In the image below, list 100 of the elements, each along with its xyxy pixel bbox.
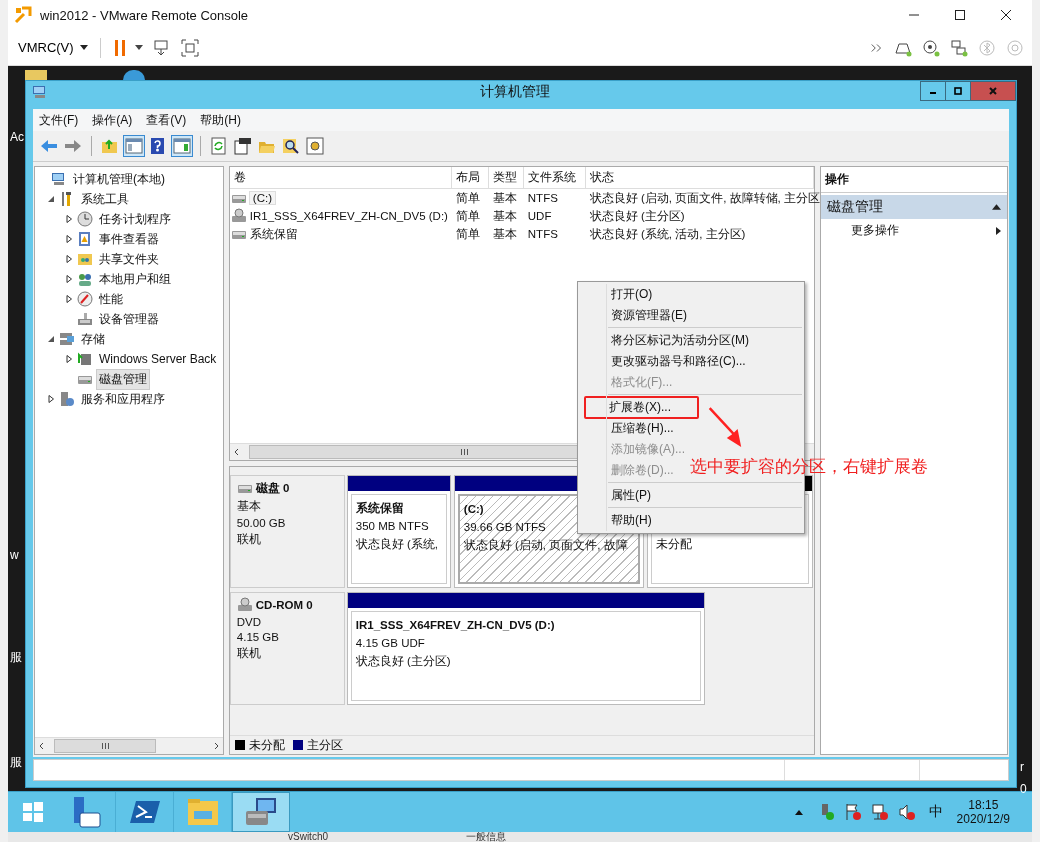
table-cell[interactable]: 系统保留 — [249, 226, 298, 242]
menu-item[interactable]: 文件(F) — [39, 111, 79, 129]
action-pane-icon[interactable] — [172, 136, 192, 156]
background-window-text: vSwitch0 — [288, 832, 328, 842]
input-method-indicator[interactable]: 中 — [928, 803, 943, 821]
context-menu-item[interactable]: 打开(O) — [610, 286, 654, 303]
network-icon[interactable] — [870, 803, 889, 821]
tree-item[interactable]: 存储 — [78, 328, 108, 350]
disk-type: 基本 — [236, 499, 262, 514]
computer-management-icon — [32, 84, 48, 100]
table-cell: 基本 — [492, 227, 517, 240]
annotation-arrow — [707, 407, 743, 449]
maximize-icon[interactable] — [953, 86, 963, 96]
table-cell[interactable]: IR1_SSS_X64FREV_ZH-CN_DV5 (D:) — [249, 210, 448, 222]
collapsed-arrow-icon[interactable] — [65, 295, 73, 303]
collapsed-arrow-icon[interactable] — [65, 275, 73, 283]
action-item[interactable]: 更多操作 — [821, 219, 1007, 242]
fullscreen-icon[interactable] — [180, 38, 199, 57]
expanded-arrow-icon[interactable] — [47, 195, 55, 203]
partition-block[interactable]: 系统保留 350 MB NTFS 状态良好 (系统, — [346, 475, 451, 588]
column-header[interactable]: 文件系统 — [523, 167, 586, 189]
partition-status: 状态良好 (系统, — [355, 538, 439, 551]
vmware-logo-icon — [14, 6, 32, 24]
vmrc-menu-button[interactable]: VMRC(V) — [16, 38, 90, 57]
collapse-arrow-icon[interactable] — [992, 204, 1001, 210]
submenu-arrow-icon[interactable] — [996, 226, 1001, 235]
actions-section-header[interactable]: 磁盘管理 — [821, 195, 1007, 219]
send-keys-icon[interactable] — [152, 38, 171, 57]
clock-date[interactable]: 2020/12/9 — [956, 812, 1010, 826]
context-menu-item[interactable]: 压缩卷(H)... — [610, 420, 675, 437]
column-header[interactable]: 卷 — [229, 167, 452, 189]
partition-status: 状态良好 (启动, 页面文件, 故障 — [463, 539, 628, 552]
table-cell: 简单 — [455, 191, 480, 204]
collapsed-arrow-icon[interactable] — [65, 215, 73, 223]
tree-item[interactable]: Windows Server Back — [96, 350, 220, 368]
maximize-icon[interactable] — [954, 9, 966, 21]
context-menu-item[interactable]: 将分区标记为活动分区(M) — [610, 332, 750, 349]
menu-item[interactable]: 帮助(H) — [200, 111, 241, 129]
tree-item[interactable]: 计算机管理(本地) — [70, 168, 168, 190]
pane-toggle-icon[interactable] — [124, 136, 144, 156]
collapsed-arrow-icon[interactable] — [65, 235, 73, 243]
desktop-icon-label: w — [10, 548, 19, 562]
show-hidden-icons-icon[interactable] — [794, 809, 803, 815]
actions-header: 操作 — [821, 167, 1007, 193]
tree-item[interactable]: 系统工具 — [78, 188, 132, 210]
desktop-icon-label: 服 — [10, 650, 22, 664]
menu-item[interactable]: 操作(A) — [92, 111, 133, 129]
caret-icon[interactable] — [79, 45, 88, 50]
desktop-icon-label: 服 — [10, 755, 22, 769]
collapsed-arrow-icon[interactable] — [65, 255, 73, 263]
network-icon[interactable] — [950, 38, 968, 57]
disc-icon[interactable] — [922, 38, 940, 57]
table-cell: 简单 — [455, 209, 480, 222]
scroll-left-icon[interactable] — [38, 742, 46, 750]
tree-item[interactable]: 性能 — [96, 288, 126, 310]
search-icon[interactable] — [281, 136, 301, 156]
tree-item[interactable]: 本地用户和组 — [96, 268, 174, 290]
context-menu-item[interactable]: 扩展卷(X)... — [584, 396, 699, 419]
minimize-button[interactable] — [920, 81, 946, 101]
table-cell: 基本 — [492, 209, 517, 222]
tree-item[interactable]: 设备管理器 — [96, 308, 162, 330]
collapsed-arrow-icon[interactable] — [47, 395, 55, 403]
clock-time[interactable]: 18:15 — [968, 798, 999, 812]
column-header[interactable]: 类型 — [488, 167, 524, 189]
horizontal-scrollbar[interactable] — [35, 737, 223, 754]
settings-icon[interactable] — [305, 136, 325, 156]
disk-size: 50.00 GB — [236, 517, 287, 529]
scroll-left-icon[interactable] — [232, 448, 241, 456]
table-cell: 状态良好 (系统, 活动, 主分区) — [589, 227, 746, 240]
close-icon[interactable] — [1000, 9, 1012, 21]
flag-icon[interactable] — [843, 803, 862, 821]
taskbar-app-button[interactable] — [232, 792, 290, 832]
context-menu-item[interactable]: 更改驱动器号和路径(C)... — [610, 353, 747, 370]
cd-drive-icon — [230, 208, 247, 224]
background-window-text: 一般信息 — [466, 832, 506, 842]
legend-label: 未分配 — [248, 737, 285, 753]
device-icon — [77, 311, 93, 327]
maximize-button[interactable] — [945, 81, 971, 101]
table-cell[interactable]: (C:) — [249, 192, 275, 204]
tree-item[interactable]: 任务计划程序 — [96, 208, 174, 230]
tree-item[interactable]: 共享文件夹 — [96, 248, 162, 270]
column-header[interactable]: 状态 — [585, 167, 814, 189]
speaker-icon[interactable] — [897, 803, 916, 821]
storage-icon — [59, 331, 75, 347]
properties-icon[interactable] — [233, 136, 253, 156]
close-button[interactable] — [970, 81, 1016, 101]
table-cell: 简单 — [455, 227, 480, 240]
tree-item[interactable]: 磁盘管理 — [96, 368, 150, 390]
expanded-arrow-icon[interactable] — [47, 335, 55, 343]
partition-block[interactable]: IR1_SSS_X64FREV_ZH-CN_DV5 (D:) 4.15 GB UDF 状态良好 (主分区) — [346, 592, 705, 705]
tree-item[interactable]: 事件查看器 — [96, 228, 162, 250]
context-menu-item[interactable]: 资源管理器(E) — [610, 307, 688, 324]
disk-info-panel[interactable]: CD-ROM 0 DVD 4.15 GB 联机 — [229, 592, 345, 705]
column-header[interactable]: 布局 — [451, 167, 489, 189]
globe-icon[interactable] — [123, 70, 145, 80]
collapsed-arrow-icon[interactable] — [65, 355, 73, 363]
caret-icon[interactable] — [134, 45, 143, 50]
menu-item[interactable]: 查看(V) — [146, 111, 187, 129]
tree-item[interactable]: 服务和应用程序 — [78, 388, 168, 410]
disk-info-panel[interactable]: 磁盘 0 基本 50.00 GB 联机 — [229, 475, 345, 588]
